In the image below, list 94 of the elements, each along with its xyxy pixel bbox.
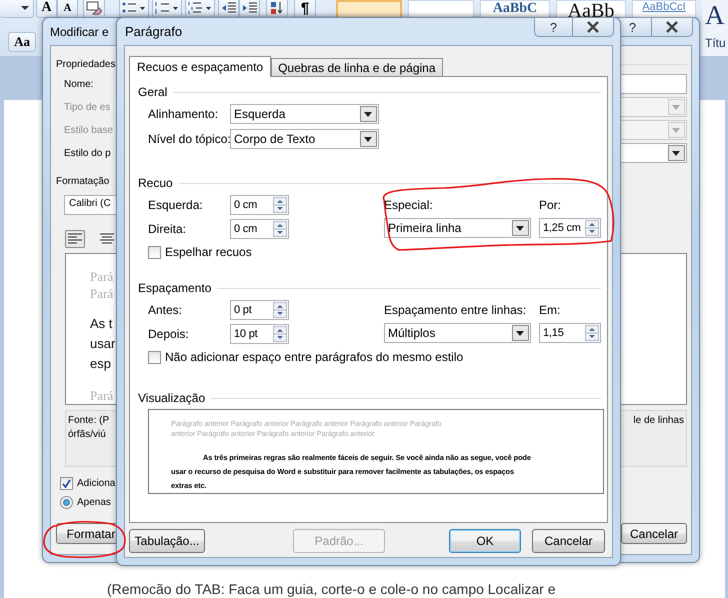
preview-text: usar [90,335,116,353]
increase-indent-icon[interactable] [242,2,258,14]
spin-field[interactable]: 0 cm [230,219,289,239]
window-title: Parágrafo [125,24,182,39]
dialog-button: Padrão... [293,529,385,553]
spin-arrows-icon [273,302,287,318]
field-label: Alinhamento: [148,107,220,121]
spin-field[interactable]: 1,15 [539,323,601,343]
eraser-icon[interactable] [86,1,102,15]
checkbox-label: Adiciona [77,478,116,488]
field-label: Tipo de es [64,102,112,112]
dialog-button[interactable]: Tabulação... [129,529,205,553]
close-icon [665,21,679,33]
field-value: 0 pt [234,304,252,316]
style-name[interactable]: Títu [705,36,726,50]
field-label: Estilo do p [64,148,112,158]
field-value: 1,25 cm [543,222,581,234]
decrease-indent-icon[interactable] [220,2,236,14]
dropdown[interactable]: Corpo de Texto [230,129,379,149]
spin-arrows-icon [585,220,599,236]
preview-text: Pará [90,387,114,404]
field-label: Nível do tópico: [148,132,230,146]
dropdown-value: Corpo de Texto [234,132,316,146]
bullet-list-icon[interactable] [121,2,147,14]
dropdown[interactable]: Múltiplos [384,323,531,343]
dialog-button[interactable]: OK [449,529,521,553]
dialog-button[interactable]: Cancelar [532,529,605,553]
field-label: Em: [539,303,562,317]
close-icon [586,21,600,33]
check-icon [62,478,71,488]
spin-field[interactable]: 10 pt [230,324,289,344]
tab[interactable]: Recuos e espaçamento [129,56,272,77]
numbered-list-icon[interactable] [154,2,180,14]
field-label: Estilo base [64,124,114,136]
dropdown[interactable]: Primeira linha [384,218,531,238]
dropdown-arrow-icon [21,5,29,11]
section-heading: Espaçamento [138,281,212,295]
section-heading: Recuo [138,176,173,190]
multilevel-list-icon[interactable] [187,2,213,14]
description-text: le de linhas [633,414,684,428]
section-heading: Formatação [56,176,110,186]
dropdown[interactable]: Esquerda [230,104,379,124]
spin-arrows-icon [273,197,287,213]
field-label: Espaçamento entre linhas: [384,303,528,317]
help-button[interactable]: ? [534,17,572,37]
field-label: Especial: [384,198,434,212]
spin-arrows-icon [585,325,599,341]
spin-arrows-icon [273,326,287,342]
field-value: 0 cm [234,199,258,211]
checkbox[interactable] [148,350,161,364]
section-heading: Geral [138,85,168,99]
spin-field[interactable]: 0 pt [230,300,289,320]
style-sample[interactable]: A [705,0,724,30]
spin-arrows-icon [273,221,287,237]
field-label: Depois: [148,327,190,341]
dropdown-value: Múltiplos [388,326,436,340]
spin-field[interactable]: 0 cm [230,195,289,215]
show-marks-button[interactable]: ¶ [294,0,316,18]
shrink-font-button[interactable]: A [57,0,78,18]
field-label: Direita: [148,222,188,236]
window-title: Modificar e [50,24,109,38]
preview-text: As t [90,315,112,333]
font-size-dropdown[interactable] [0,0,34,18]
checkbox-label: Não adicionar espaço entre parágrafos do mesmo estilo [165,350,464,364]
field-value: 0 cm [234,223,258,235]
close-button[interactable] [572,17,614,37]
dropdown-value: Esquerda [234,107,286,121]
tab[interactable]: Quebras de linha e de página [271,58,443,76]
field-value: 1,15 [543,327,564,339]
document-text: (Remocão do TAB: Faca um guia, corte-o e cole-o no campo Localizar e [107,581,556,597]
section-heading: Propriedades [56,58,116,70]
field-label: Nome: [64,78,94,90]
cancel-button[interactable]: Cancelar [621,523,687,544]
description-text: Fonte: (P órfãs/viú [68,414,110,442]
preview-text: Pará [90,285,114,302]
grow-font-button[interactable]: A [36,0,57,18]
preview-text: esp [90,355,111,373]
checkbox[interactable] [60,476,73,490]
field-label: Esquerda: [148,198,204,212]
field-label: Por: [539,198,562,212]
dropdown-value: Primeira linha [388,221,462,235]
checkbox[interactable] [148,246,161,258]
checkbox-label: Espelhar recuos [165,245,252,259]
preview-text: Pará [90,268,114,285]
radio-label: Apenas [77,496,111,508]
section-heading: Visualização [138,391,206,405]
change-case-button[interactable]: Aa [8,32,36,52]
field-value: 10 pt [234,328,258,340]
radio-button[interactable] [60,496,73,508]
field-label: Antes: [148,303,184,317]
spin-field[interactable]: 1,25 cm [539,218,601,238]
align-left-button[interactable] [65,230,85,248]
sort-icon[interactable] [270,1,284,15]
close-button[interactable] [651,17,693,37]
